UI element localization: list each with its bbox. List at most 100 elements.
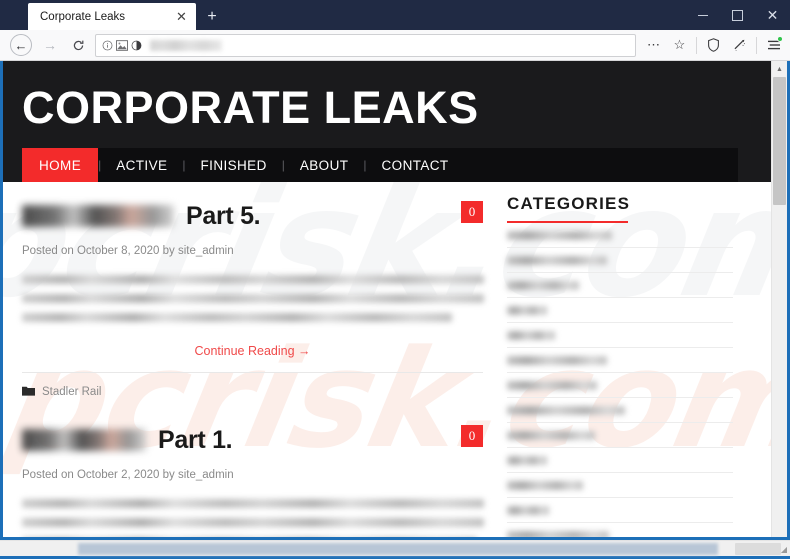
post-header: Part 5. 0 xyxy=(22,196,483,236)
sidebar-category-item[interactable] xyxy=(507,398,733,423)
sidebar-category-label-redacted xyxy=(507,430,595,440)
post-title[interactable]: Part 1. xyxy=(158,426,233,455)
continue-reading-link[interactable]: Continue Reading → xyxy=(22,344,483,358)
excerpt-line xyxy=(22,499,484,508)
sidebar-category-item[interactable] xyxy=(507,373,733,398)
sidebar-category-label-redacted xyxy=(507,280,579,290)
sidebar-category-label-redacted xyxy=(507,330,555,340)
main-column: Part 5. 0 Posted on October 8, 2020 by s… xyxy=(3,182,484,537)
web-page: pcrisk.com pcrisk.com CORPORATE LEAKS HO… xyxy=(3,61,771,537)
sidebar-title: CATEGORIES xyxy=(507,194,631,213)
nav-item-finished[interactable]: FINISHED xyxy=(186,148,282,182)
sidebar-category-item[interactable] xyxy=(507,523,733,537)
sidebar-category-label-redacted xyxy=(507,355,607,365)
page-actions-icon[interactable]: ⋯ xyxy=(641,32,666,58)
menu-update-badge xyxy=(777,36,783,42)
sidebar-category-label-redacted xyxy=(507,305,547,315)
page-viewport: pcrisk.com pcrisk.com CORPORATE LEAKS HO… xyxy=(3,61,787,537)
window-controls: ✕ xyxy=(685,0,790,30)
back-button[interactable]: ← xyxy=(10,34,32,56)
excerpt-line xyxy=(22,313,452,322)
post-title[interactable]: Part 5. xyxy=(186,202,261,231)
folder-icon xyxy=(22,385,35,398)
sidebar-category-item[interactable] xyxy=(507,423,733,448)
post-header: Part 1. 0 xyxy=(22,420,483,460)
excerpt-line xyxy=(22,294,484,303)
url-bar[interactable] xyxy=(95,33,636,57)
reload-button[interactable] xyxy=(64,32,92,58)
sidebar-category-label-redacted xyxy=(507,380,597,390)
post-item: Part 1. 0 Posted on October 2, 2020 by s… xyxy=(22,420,484,537)
sidebar-category-item[interactable] xyxy=(507,498,733,523)
comment-count-badge[interactable]: 0 xyxy=(461,425,483,447)
nav-item-home[interactable]: HOME xyxy=(22,148,99,182)
sidebar-category-item[interactable] xyxy=(507,473,733,498)
browser-toolbar: ← → ⋯ ☆ xyxy=(0,30,790,61)
info-icon xyxy=(102,40,113,50)
reload-icon xyxy=(73,40,83,50)
new-tab-button[interactable]: + xyxy=(198,3,226,30)
post-title-redacted xyxy=(22,205,174,227)
sidebar-category-item[interactable] xyxy=(507,323,733,348)
close-window-button[interactable]: ✕ xyxy=(755,0,790,30)
sidebar-category-item[interactable] xyxy=(507,348,733,373)
nav-item-about[interactable]: ABOUT xyxy=(285,148,364,182)
sidebar-category-label-redacted xyxy=(507,405,625,415)
nav-item-active[interactable]: ACTIVE xyxy=(101,148,182,182)
comment-count-badge[interactable]: 0 xyxy=(461,201,483,223)
sidebar-category-label-redacted xyxy=(507,505,549,515)
post-title-redacted xyxy=(22,429,146,451)
sidebar-category-label-redacted xyxy=(507,530,609,537)
excerpt-line xyxy=(22,275,484,284)
url-text-redacted xyxy=(150,39,222,51)
tab-title: Corporate Leaks xyxy=(40,10,126,23)
minimize-button[interactable] xyxy=(685,0,720,30)
site-navigation: HOME | ACTIVE | FINISHED | ABOUT | CONTACT xyxy=(22,148,738,182)
sidebar-category-list xyxy=(507,223,733,537)
browser-titlebar: Corporate Leaks ✕ + ✕ xyxy=(0,0,790,30)
pocket-icon[interactable] xyxy=(727,32,752,58)
identity-box[interactable] xyxy=(102,39,142,51)
site-header: CORPORATE LEAKS HOME | ACTIVE | FINISHED | ABO… xyxy=(3,61,771,182)
sidebar-category-label-redacted xyxy=(507,255,607,265)
broken-image-icon xyxy=(116,39,128,51)
sidebar-category-item[interactable] xyxy=(507,298,733,323)
menu-icon[interactable] xyxy=(761,32,786,58)
vertical-scrollbar[interactable]: ▲ xyxy=(771,61,787,537)
sidebar-category-label-redacted xyxy=(507,455,547,465)
tab-close-icon[interactable]: ✕ xyxy=(173,8,190,25)
excerpt-line xyxy=(22,518,484,527)
post-meta: Posted on October 2, 2020 by site_admin xyxy=(22,469,234,481)
post-item: Part 5. 0 Posted on October 8, 2020 by s… xyxy=(22,196,484,398)
horizontal-scroll-thumb[interactable] xyxy=(78,543,718,555)
site-title: CORPORATE LEAKS xyxy=(22,82,479,133)
resize-grip-icon[interactable]: ◢ xyxy=(781,545,787,554)
sidebar-category-item[interactable] xyxy=(507,248,733,273)
post-meta: Posted on October 8, 2020 by site_admin xyxy=(22,245,234,257)
sidebar-category-label-redacted xyxy=(507,480,583,490)
vertical-scroll-thumb[interactable] xyxy=(773,77,786,205)
sidebar-category-item[interactable] xyxy=(507,223,733,248)
toolbar-separator xyxy=(696,36,697,54)
nav-item-contact[interactable]: CONTACT xyxy=(367,148,464,182)
maximize-button[interactable] xyxy=(720,0,755,30)
post-category-link[interactable]: Stadler Rail xyxy=(42,386,101,398)
browser-tab[interactable]: Corporate Leaks ✕ xyxy=(28,3,196,30)
forward-button[interactable]: → xyxy=(36,32,64,58)
reader-mode-icon xyxy=(131,40,142,50)
sidebar-category-label-redacted xyxy=(507,230,612,240)
horizontal-scroll-track-segment[interactable] xyxy=(735,543,781,555)
post-excerpt xyxy=(22,275,484,322)
horizontal-scrollbar[interactable]: ◢ xyxy=(0,540,790,556)
browser-window: Corporate Leaks ✕ + ✕ ← → ⋯ ☆ pcrisk.com… xyxy=(0,0,790,559)
shield-icon[interactable] xyxy=(701,32,726,58)
sidebar-category-item[interactable] xyxy=(507,448,733,473)
sidebar: CATEGORIES xyxy=(483,182,753,537)
page-content: Part 5. 0 Posted on October 8, 2020 by s… xyxy=(3,182,771,537)
bookmark-star-icon[interactable]: ☆ xyxy=(667,32,692,58)
sidebar-category-item[interactable] xyxy=(507,273,733,298)
toolbar-separator-2 xyxy=(756,36,757,54)
post-excerpt xyxy=(22,499,484,537)
scroll-up-arrow[interactable]: ▲ xyxy=(772,61,787,77)
post-footer: Stadler Rail xyxy=(22,372,483,398)
